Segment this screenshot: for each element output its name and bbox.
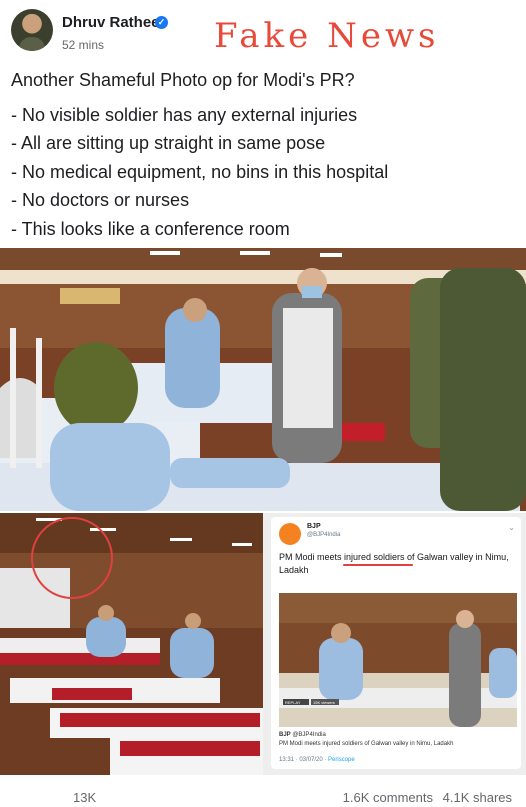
post-lead: Another Shameful Photo op for Modi's PR? — [11, 70, 355, 90]
viewers-label: 15K viewers — [313, 700, 335, 705]
tweet-source-link[interactable]: Periscope — [328, 757, 355, 763]
tweet-quote: BJP @BJP4India PM Modi meets injured sol… — [279, 731, 519, 749]
point-2: - All are sitting up straight in same po… — [11, 133, 326, 153]
ward-main-illustration — [0, 248, 526, 511]
tweet-author: BJP — [307, 523, 321, 530]
tweet-meta: 13:31 · 03/07/20 · Periscope — [279, 757, 355, 763]
bjp-logo-icon — [279, 523, 301, 545]
quote-author: BJP — [279, 732, 291, 738]
replay-label: REPLAY — [285, 700, 301, 705]
post-stats: 1.6K comments 4.1K shares — [343, 790, 512, 805]
author-name[interactable]: Dhruv Rathee — [62, 14, 160, 31]
tweet-handle: @BJP4India — [307, 532, 341, 538]
fake-news-stamp: Fake News — [214, 16, 440, 56]
avatar[interactable] — [11, 9, 53, 51]
photo-ward-wide[interactable] — [0, 513, 263, 775]
tweet-card: BJP @BJP4India ⌄ PM Modi meets injured s… — [271, 517, 521, 769]
post-header: Dhruv Rathee ✓ 52 mins Fake News — [0, 0, 526, 60]
tweet-image: REPLAY 15K viewers — [279, 593, 517, 727]
point-3: - No medical equipment, no bins in this … — [11, 161, 389, 182]
post-time[interactable]: 52 mins — [62, 38, 104, 52]
quote-handle: @BJP4India — [292, 732, 326, 738]
verified-badge-icon: ✓ — [155, 16, 168, 29]
tweet-image-illustration: REPLAY 15K viewers — [279, 593, 517, 727]
point-1: - No visible soldier has any external in… — [11, 104, 358, 125]
red-underline — [343, 564, 413, 566]
tweet-screenshot[interactable]: BJP @BJP4India ⌄ PM Modi meets injured s… — [263, 513, 526, 775]
chevron-down-icon: ⌄ — [508, 523, 515, 532]
shares-count[interactable]: 4.1K shares — [443, 790, 512, 805]
point-5: - This looks like a conference room — [11, 218, 290, 239]
point-4: - No doctors or nurses — [11, 190, 190, 210]
reaction-count[interactable]: 13K — [73, 790, 96, 805]
tweet-time: 13:31 · 03/07/20 · — [279, 757, 327, 763]
post-text: Another Shameful Photo op for Modi's PR?… — [11, 66, 516, 243]
quote-text: PM Modi meets injured soldiers of Galwan… — [279, 741, 454, 747]
photo-ward-main[interactable] — [0, 248, 526, 511]
post-footer: 13K 1.6K comments 4.1K shares — [0, 778, 526, 807]
ward-wide-illustration — [0, 513, 263, 775]
comments-count[interactable]: 1.6K comments — [343, 790, 433, 805]
